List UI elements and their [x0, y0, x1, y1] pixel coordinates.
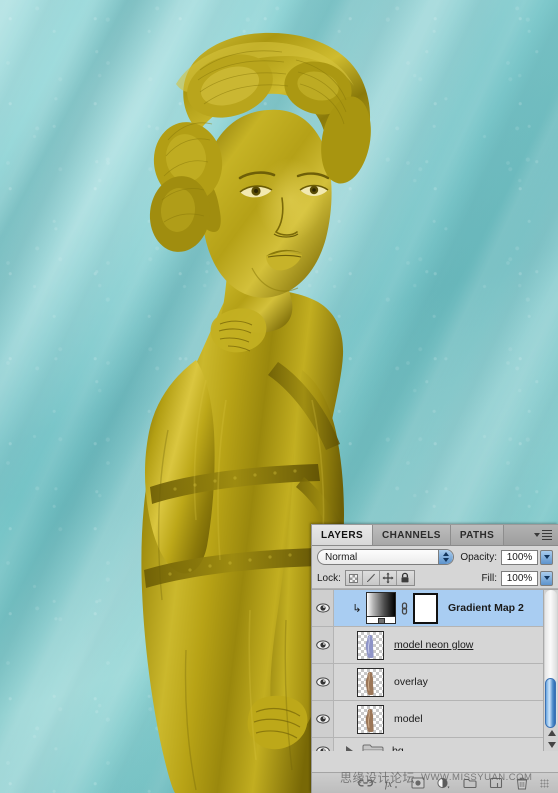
thumbnail-figure-model: [365, 708, 374, 732]
eye-icon: [315, 677, 330, 687]
layer-mask-thumbnail[interactable]: [413, 592, 438, 624]
lock-transparency-icon[interactable]: [345, 571, 363, 585]
figure-brown-thumbnail[interactable]: [357, 667, 384, 697]
layer-list: ↳ Gradient Map 2 model neon glow overlay…: [312, 589, 558, 751]
svg-text:fx: fx: [385, 779, 393, 790]
fill-label: Fill:: [481, 572, 497, 584]
new-adjustment-layer-icon[interactable]: [436, 776, 451, 791]
layer-name-overlay: overlay: [394, 676, 428, 688]
layers-panel: LAYERS CHANNELS PATHS Normal Opacity: 10…: [311, 524, 558, 793]
left-pupil: [254, 189, 258, 193]
opacity-dropdown-icon[interactable]: [540, 549, 553, 565]
figure-blue-thumbnail[interactable]: [357, 630, 384, 660]
fill-dropdown-icon[interactable]: [540, 570, 553, 586]
layer-name-bg: bg: [392, 745, 404, 751]
thumbnail-figure-overlay: [365, 671, 374, 695]
layer-row-overlay[interactable]: overlay: [312, 664, 558, 701]
opacity-label: Opacity:: [460, 551, 497, 563]
blend-mode-spinner-icon[interactable]: [438, 550, 454, 564]
group-expand-triangle-icon[interactable]: [346, 746, 353, 751]
panel-bottom-toolbar: fx: [312, 772, 558, 793]
gradient-slider: [366, 617, 396, 624]
face-highlight: [256, 158, 324, 242]
scroll-up-arrow-icon[interactable]: [546, 727, 557, 738]
eye-icon: [315, 603, 330, 613]
lock-image-brush-icon[interactable]: [362, 571, 380, 585]
link-mask-icon[interactable]: [399, 600, 409, 616]
lock-fill-row: Lock: Fill: 100%: [312, 568, 558, 589]
panel-tab-bar: LAYERS CHANNELS PATHS: [312, 525, 558, 546]
lock-buttons-group: [344, 570, 415, 586]
layer-row-model[interactable]: model: [312, 701, 558, 738]
screenshot-root: LAYERS CHANNELS PATHS Normal Opacity: 10…: [0, 0, 558, 793]
visibility-toggle-gradient-map-2[interactable]: [312, 590, 334, 626]
clipping-mask-arrow-icon: ↳: [352, 602, 362, 615]
right-pupil: [312, 188, 316, 192]
layer-list-scrollbar[interactable]: [543, 590, 558, 751]
blend-opacity-row: Normal Opacity: 100%: [312, 546, 558, 568]
new-layer-icon[interactable]: [488, 776, 503, 791]
lock-label: Lock:: [317, 572, 341, 584]
visibility-toggle-model-neon-glow[interactable]: [312, 627, 334, 663]
panel-menu-icon[interactable]: [534, 525, 558, 545]
new-group-icon[interactable]: [462, 776, 477, 791]
eye-icon: [315, 640, 330, 650]
eye-icon: [315, 746, 330, 751]
thumbnail-figure-glow: [365, 634, 374, 658]
eye-icon: [315, 714, 330, 724]
gradient-map-thumbnail[interactable]: [366, 592, 396, 624]
folder-icon: [362, 743, 384, 751]
scrollbar-thumb[interactable]: [545, 678, 556, 728]
tab-paths[interactable]: PATHS: [450, 525, 505, 545]
link-layers-icon[interactable]: [358, 776, 373, 791]
tab-bar-filler: [504, 525, 534, 545]
layer-name-model: model: [394, 713, 423, 725]
lock-position-move-icon[interactable]: [379, 571, 397, 585]
visibility-toggle-model[interactable]: [312, 701, 334, 737]
resize-grip[interactable]: [540, 778, 549, 788]
delete-layer-trash-icon[interactable]: [514, 776, 529, 791]
layer-name-gradient-map-2: Gradient Map 2: [448, 602, 524, 614]
opacity-input[interactable]: 100%: [501, 549, 538, 565]
figure-brown-thumbnail[interactable]: [357, 704, 384, 734]
layer-row-gradient-map-2[interactable]: ↳ Gradient Map 2: [312, 590, 558, 627]
blend-mode-select[interactable]: Normal: [317, 549, 455, 565]
add-layer-mask-icon[interactable]: [410, 776, 425, 791]
layer-name-model-neon-glow: model neon glow: [394, 639, 474, 651]
visibility-toggle-bg[interactable]: [312, 738, 334, 751]
scroll-down-arrow-icon[interactable]: [546, 739, 557, 750]
tab-layers[interactable]: LAYERS: [312, 525, 374, 545]
layer-row-bg-group[interactable]: bg: [312, 738, 558, 751]
fill-input[interactable]: 100%: [501, 570, 538, 586]
blend-mode-value: Normal: [325, 551, 358, 563]
lock-all-padlock-icon[interactable]: [396, 571, 414, 585]
tab-channels[interactable]: CHANNELS: [373, 525, 451, 545]
layer-style-fx-icon[interactable]: fx: [384, 776, 399, 791]
visibility-toggle-overlay[interactable]: [312, 664, 334, 700]
layer-row-model-neon-glow[interactable]: model neon glow: [312, 627, 558, 664]
